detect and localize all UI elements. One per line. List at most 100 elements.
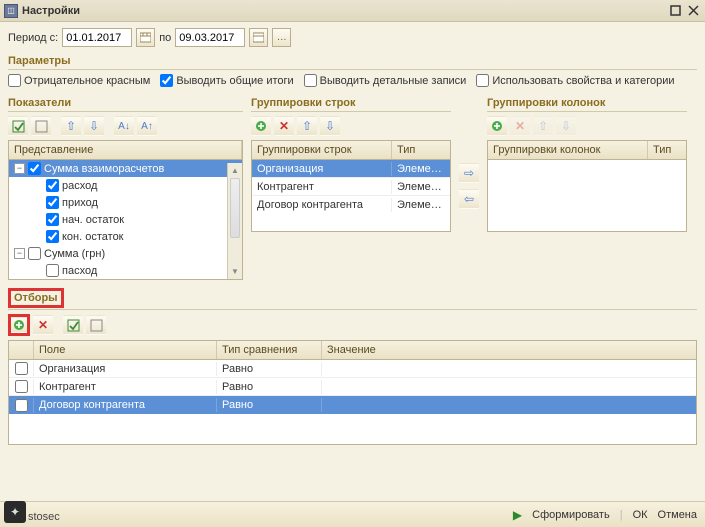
tree-label: расход <box>62 180 97 192</box>
filter-checkbox[interactable] <box>15 399 28 412</box>
cell-group: Организация <box>252 162 392 176</box>
tree-checkbox[interactable] <box>46 230 59 243</box>
row-groups-table[interactable]: Группировки строк Тип ОрганизацияЭлемен.… <box>251 140 451 232</box>
table-row[interactable]: ОрганизацияЭлемен... <box>252 160 450 178</box>
indicators-header: Представление <box>9 141 242 159</box>
window-title: Настройки <box>22 5 665 17</box>
uncheck-all-button[interactable] <box>31 116 51 136</box>
row-groups-title: Группировки строк <box>251 95 451 112</box>
cell-type: Элемен... <box>392 162 448 176</box>
ok-button[interactable]: ОК <box>633 509 648 521</box>
tree-checkbox[interactable] <box>46 264 59 277</box>
filters-title: Отборы <box>14 292 58 304</box>
col-groups-title: Группировки колонок <box>487 95 687 112</box>
rowgrp-delete-button[interactable]: ✕ <box>274 116 294 136</box>
filter-checkbox[interactable] <box>15 362 28 375</box>
colgrp-delete-button[interactable]: ✕ <box>510 116 530 136</box>
table-row[interactable]: ОрганизацияРавно <box>9 360 696 378</box>
tree-row[interactable]: расход <box>9 177 242 194</box>
rowgrp-up-button[interactable]: ⇧ <box>297 116 317 136</box>
period-label: Период с: <box>8 32 58 44</box>
move-to-cols-button[interactable]: ⇨ <box>459 163 479 183</box>
cell-val <box>322 368 696 370</box>
table-row[interactable]: КонтрагентЭлемен... <box>252 178 450 196</box>
rowgrp-down-button[interactable]: ⇩ <box>320 116 340 136</box>
date-from-input[interactable] <box>62 28 132 47</box>
tree-label: приход <box>62 197 98 209</box>
filters-add-button[interactable] <box>11 317 27 333</box>
tree-row[interactable]: нач. остаток <box>9 211 242 228</box>
filters-header-val: Значение <box>322 341 696 359</box>
neg-red-checkbox[interactable]: Отрицательное красным <box>8 74 150 87</box>
tree-label: нач. остаток <box>62 214 124 226</box>
cell-val <box>322 404 696 406</box>
filters-check-button[interactable] <box>63 315 83 335</box>
sort-desc-button[interactable]: A↑ <box>137 116 157 136</box>
filters-header-comp: Тип сравнения <box>217 341 322 359</box>
tree-toggle-icon[interactable]: − <box>14 163 25 174</box>
filter-checkbox[interactable] <box>15 380 28 393</box>
colgrp-up-button[interactable]: ⇧ <box>533 116 553 136</box>
close-button[interactable] <box>685 4 701 18</box>
show-detail-checkbox[interactable]: Выводить детальные записи <box>304 74 467 87</box>
tree-row[interactable]: пасход <box>9 262 242 278</box>
table-row[interactable]: КонтрагентРавно <box>9 378 696 396</box>
filters-add-button-highlight <box>8 314 30 336</box>
indicators-title: Показатели <box>8 95 243 112</box>
table-row[interactable]: Договор контрагентаРавно <box>9 396 696 414</box>
cell-val <box>322 386 696 388</box>
cell-comp: Равно <box>217 398 322 412</box>
move-down-button[interactable]: ⇩ <box>84 116 104 136</box>
cell-comp: Равно <box>217 362 322 376</box>
tree-checkbox[interactable] <box>46 196 59 209</box>
tree-row[interactable]: − Сумма (грн) <box>9 245 242 262</box>
params-title: Параметры <box>8 53 697 70</box>
tree-checkbox[interactable] <box>46 213 59 226</box>
date-to-input[interactable] <box>175 28 245 47</box>
maximize-button[interactable] <box>667 4 683 18</box>
brand-logo: ✦ <box>4 501 26 523</box>
rowgrp-header-type: Тип <box>392 141 448 159</box>
tree-checkbox[interactable] <box>46 179 59 192</box>
cell-field: Организация <box>34 362 217 376</box>
indicators-tree[interactable]: Представление −Сумма взаиморасчетов расхо… <box>8 140 243 280</box>
cancel-button[interactable]: Отмена <box>658 509 697 521</box>
tree-row[interactable]: приход <box>9 194 242 211</box>
tree-checkbox[interactable] <box>28 162 41 175</box>
date-from-picker[interactable] <box>136 28 155 47</box>
colgrp-header-group: Группировки колонок <box>488 141 648 159</box>
cell-type: Элемен... <box>392 198 448 212</box>
colgrp-add-button[interactable] <box>487 116 507 136</box>
cell-group: Контрагент <box>252 180 392 194</box>
tree-row[interactable]: −Сумма взаиморасчетов <box>9 160 242 177</box>
check-all-button[interactable] <box>8 116 28 136</box>
show-totals-checkbox[interactable]: Выводить общие итоги <box>160 74 293 87</box>
cell-field: Договор контрагента <box>34 398 217 412</box>
cell-group: Договор контрагента <box>252 198 392 212</box>
move-up-button[interactable]: ⇧ <box>61 116 81 136</box>
filters-header-field: Поле <box>34 341 217 359</box>
date-to-picker[interactable] <box>249 28 268 47</box>
tree-row[interactable]: кон. остаток <box>9 228 242 245</box>
period-more-button[interactable]: … <box>272 28 291 47</box>
table-row[interactable]: Договор контрагентаЭлемен... <box>252 196 450 214</box>
filters-title-highlight: Отборы <box>8 288 64 308</box>
rowgrp-add-button[interactable] <box>251 116 271 136</box>
col-groups-table[interactable]: Группировки колонок Тип <box>487 140 687 232</box>
tree-scrollbar[interactable]: ▲▼ <box>227 163 242 279</box>
use-props-checkbox[interactable]: Использовать свойства и категории <box>476 74 674 87</box>
filters-uncheck-button[interactable] <box>86 315 106 335</box>
cell-type: Элемен... <box>392 180 448 194</box>
form-button[interactable]: Сформировать <box>532 509 610 521</box>
cell-comp: Равно <box>217 380 322 394</box>
tree-checkbox[interactable] <box>28 247 41 260</box>
tree-label: Сумма (грн) <box>44 248 105 260</box>
rowgrp-header-group: Группировки строк <box>252 141 392 159</box>
move-to-rows-button[interactable]: ⇦ <box>459 189 479 209</box>
brand-text: stosec <box>28 511 60 523</box>
filters-table[interactable]: Поле Тип сравнения Значение ОрганизацияР… <box>8 340 697 445</box>
filters-delete-button[interactable]: ✕ <box>33 315 53 335</box>
tree-toggle-icon[interactable]: − <box>14 248 25 259</box>
colgrp-down-button[interactable]: ⇩ <box>556 116 576 136</box>
sort-asc-button[interactable]: A↓ <box>114 116 134 136</box>
